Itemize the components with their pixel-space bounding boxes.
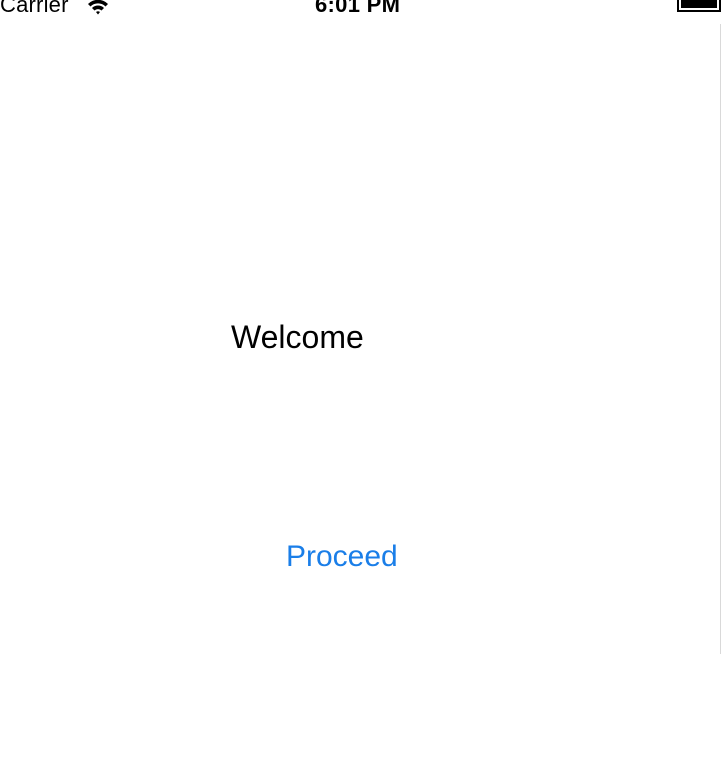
carrier-label: Carrier [0,0,69,17]
status-bar: Carrier 6:01 PM [0,0,727,19]
wifi-icon [86,0,110,15]
app-screen: Carrier 6:01 PM Welcome Proceed [0,0,727,783]
proceed-button[interactable]: Proceed [282,538,402,576]
welcome-label: Welcome [231,319,364,355]
screen-edge-divider [720,24,721,654]
clock-time: 6:01 PM [315,0,401,17]
battery-icon [677,0,721,12]
